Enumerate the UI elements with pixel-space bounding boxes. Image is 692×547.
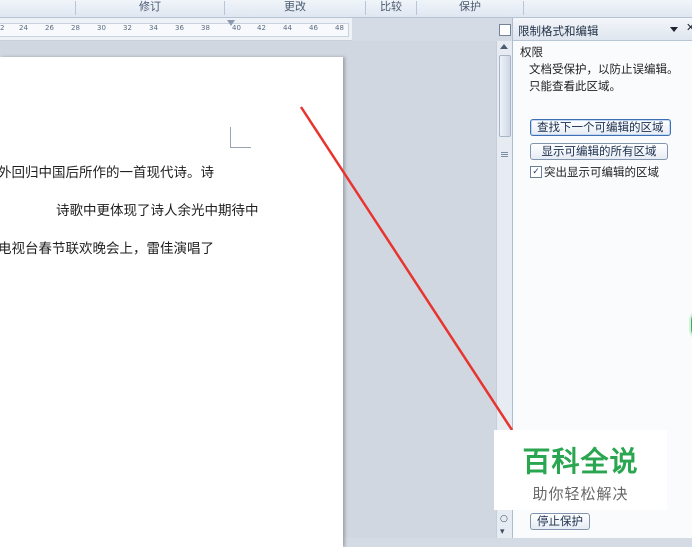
watermark-subtitle: 助你轻松解决 bbox=[532, 485, 629, 503]
watermark-logo: 百科全说 助你轻松解决 bbox=[494, 430, 667, 510]
watermark-title: 百科全说 bbox=[522, 445, 639, 478]
